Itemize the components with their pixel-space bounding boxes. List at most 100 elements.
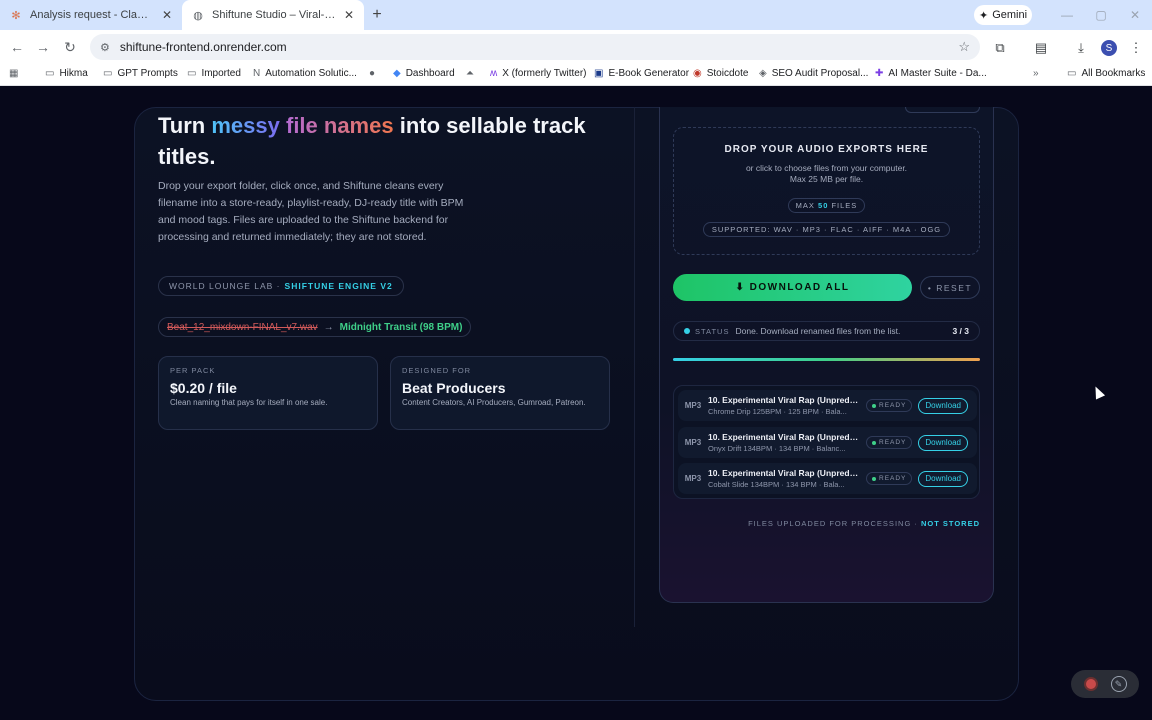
card-label: DESIGNED FOR [402, 366, 472, 375]
new-title: Midnight Transit (98 BPM) [339, 321, 463, 333]
dropzone-subtext: or click to choose files from your compu… [674, 163, 979, 185]
brand-prefix: WORLD LOUNGE LAB · [169, 281, 281, 291]
bookmark-item[interactable]: ▭ Imported [187, 68, 241, 79]
download-button[interactable]: Download [918, 397, 968, 414]
dropzone-line: Max 25 MB per file. [789, 174, 864, 184]
storage-note: FILES UPLOADED FOR PROCESSING · NOT STOR… [673, 519, 980, 528]
url-input[interactable]: ⚙ shiftune-frontend.onrender.com ☆ [90, 34, 980, 60]
ready-dot-icon [872, 440, 876, 445]
bookmark-label: AI Master Suite - Da... [888, 68, 987, 79]
file-meta: Cobalt Slide 134BPM · 134 BPM · Bala... [708, 480, 845, 489]
close-icon[interactable]: ✕ [344, 8, 354, 22]
dashboard-icon: ◆ [393, 68, 401, 79]
triangle-icon: ⏶ [466, 68, 474, 79]
status-badge: READY [866, 399, 913, 412]
hero-description: Drop your export folder, click once, and… [158, 180, 464, 243]
bookmark-label: SEO Audit Proposal... [771, 68, 869, 79]
status-dot-icon [684, 328, 690, 334]
bookmark-item[interactable]: ⏶ [466, 68, 474, 79]
url-text: shiftune-frontend.onrender.com [119, 40, 287, 54]
card-subtext: Content Creators, AI Producers, Gumroad,… [402, 398, 586, 407]
file-text: 10. Experimental Viral Rap (Unpredict...… [708, 395, 860, 416]
ready-dot-icon [872, 403, 876, 408]
pinterest-icon: ◉ [693, 68, 702, 79]
tab-shiftune[interactable]: ◍ Shiftune Studio – Viral-Ready A ✕ [182, 0, 364, 30]
status-label: READY [879, 402, 907, 409]
bookmark-label: Automation Solutic... [265, 68, 357, 79]
layers-icon: ◈ [759, 68, 767, 79]
more-bookmarks-icon[interactable]: » [1033, 68, 1039, 79]
reset-button[interactable]: • RESET [920, 276, 980, 299]
max-suffix: FILES [831, 201, 858, 210]
bookmark-star-icon[interactable]: ☆ [958, 39, 970, 55]
forward-icon[interactable]: → [30, 34, 56, 60]
window-close-icon[interactable]: ✕ [1118, 0, 1152, 30]
all-bookmarks[interactable]: ▭ All Bookmarks [1067, 68, 1145, 79]
gemini-label: Gemini [992, 9, 1028, 21]
status-bar: STATUS Done. Download renamed files from… [673, 321, 980, 341]
dropzone-title: DROP YOUR AUDIO EXPORTS HERE [724, 144, 929, 155]
bookmark-label: X (formerly Twitter) [502, 68, 587, 79]
notion-icon: N [253, 68, 261, 79]
folder-icon: ▭ [1067, 68, 1077, 79]
close-icon[interactable]: ✕ [162, 8, 172, 22]
max-prefix: MAX [795, 201, 815, 210]
status-badge: READY [866, 472, 913, 485]
avatar[interactable]: S [1101, 40, 1117, 56]
extensions-icon[interactable]: ⧉ [990, 38, 1010, 58]
minimize-icon[interactable]: — [1050, 0, 1084, 30]
x-icon: ʍ [490, 68, 498, 79]
bookmark-item[interactable]: ʍ X (formerly Twitter) [490, 68, 587, 79]
bookmark-item[interactable]: ▭ GPT Prompts [103, 68, 178, 79]
new-tab-button[interactable]: + [364, 0, 390, 30]
bookmarks-bar: ▦ ▭ Hikma ▭ GPT Prompts ▭ Imported N Automat… [0, 64, 1152, 86]
card-subtext: Clean naming that pays for itself in one… [170, 398, 328, 407]
bookmark-item[interactable]: N Automation Solutic... [253, 68, 357, 79]
ebook-icon: ▣ [594, 68, 604, 79]
bookmark-item[interactable]: ▣ E-Book Generator [594, 68, 689, 79]
apps-icon[interactable]: ▦ [9, 68, 18, 79]
bookmark-item[interactable]: ◉ Stoicdote [693, 68, 748, 79]
sparkle-icon: ✦ [978, 9, 989, 22]
bookmark-item[interactable]: ✚ AI Master Suite - Da... [875, 68, 987, 79]
recorder-widget[interactable]: ✎ [1071, 670, 1139, 698]
record-icon[interactable] [1083, 677, 1098, 691]
file-type: MP3 [684, 438, 702, 447]
maximize-icon[interactable]: ▢ [1084, 0, 1118, 30]
bookmark-label: Stoicdote [706, 68, 749, 79]
folder-icon: ▭ [45, 68, 55, 79]
title-highlight: file names [279, 113, 394, 138]
download-button[interactable]: Download [918, 470, 968, 487]
list-item: MP3 10. Experimental Viral Rap (Unpredic… [678, 463, 977, 494]
download-button[interactable]: Download [918, 434, 968, 451]
folder-icon: ▭ [187, 68, 197, 79]
bookmark-item[interactable]: ◈ SEO Audit Proposal... [759, 68, 868, 79]
file-name: 10. Experimental Viral Rap (Unpredict... [708, 395, 860, 405]
bookmark-item[interactable]: ◆ Dashboard [393, 68, 455, 79]
pen-icon[interactable]: ✎ [1110, 676, 1127, 692]
old-filename: Beat_12_mixdown-FINAL_v7.wav [167, 321, 318, 333]
media-icon[interactable]: ▤ [1031, 38, 1051, 58]
tab-claude[interactable]: ✻ Analysis request - Claude ✕ [0, 0, 182, 30]
title-highlight: messy [211, 113, 280, 138]
file-name: 10. Experimental Viral Rap (Unpredict... [708, 468, 860, 478]
site-info-icon[interactable]: ⚙ [100, 41, 110, 54]
file-name: 10. Experimental Viral Rap (Unpredict... [708, 432, 860, 442]
gemini-button[interactable]: ✦ Gemini [974, 5, 1032, 25]
download-icon[interactable]: ⤓ [1071, 38, 1091, 58]
file-dropzone[interactable]: DROP YOUR AUDIO EXPORTS HERE or click to… [673, 127, 980, 255]
menu-icon[interactable]: ⋮ [1126, 38, 1146, 58]
bookmark-label: Dashboard [405, 68, 455, 79]
back-icon[interactable]: ← [4, 34, 30, 60]
download-all-button[interactable]: ⬇ DOWNLOAD ALL [673, 274, 912, 301]
list-item: MP3 10. Experimental Viral Rap (Unpredic… [678, 427, 977, 458]
reload-icon[interactable]: ↻ [57, 34, 83, 60]
globe-icon: ◍ [193, 9, 203, 22]
card-label: PER PACK [170, 366, 216, 375]
max-count: 50 [818, 201, 829, 210]
address-bar-row: ← → ↻ ⚙ shiftune-frontend.onrender.com ☆… [0, 30, 1152, 64]
status-label: READY [879, 475, 907, 482]
bookmark-item[interactable]: ▭ Hikma [45, 68, 88, 79]
ready-dot-icon [872, 476, 876, 481]
bookmark-item[interactable]: ● [369, 68, 375, 79]
